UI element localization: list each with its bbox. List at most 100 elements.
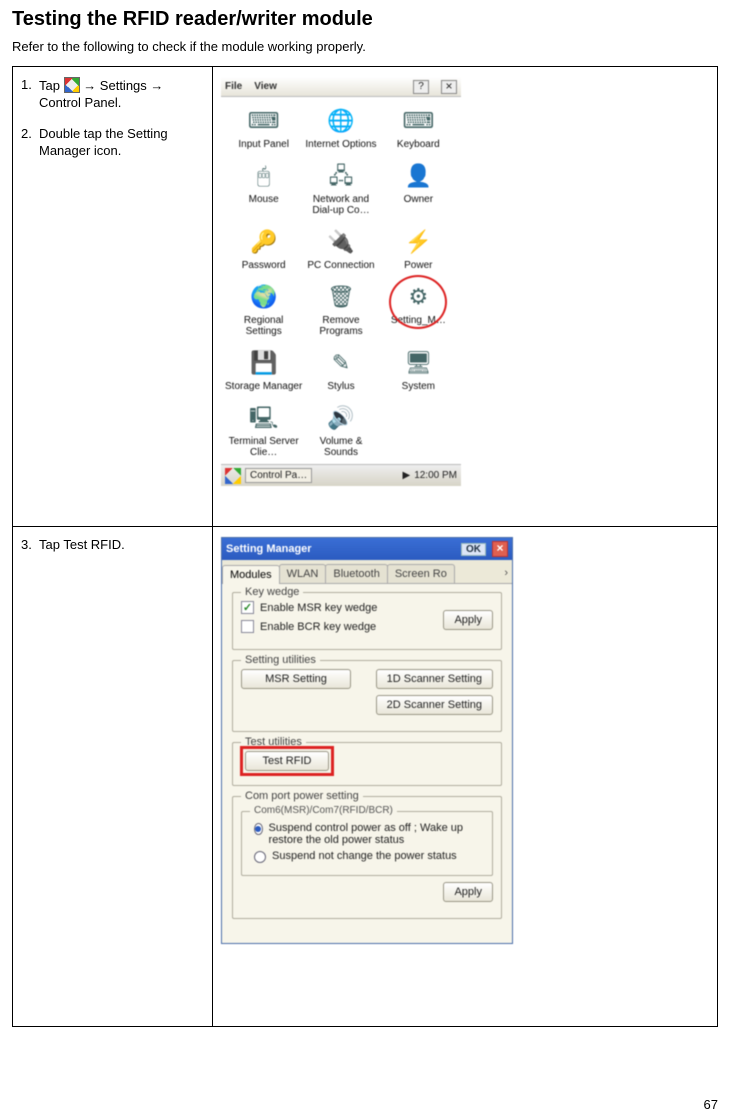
test-rfid-button[interactable]: Test RFID bbox=[245, 751, 329, 771]
cp-item-icon: 🖧 bbox=[325, 160, 357, 192]
page-title: Testing the RFID reader/writer module bbox=[12, 8, 718, 31]
checkbox-msr-label: Enable MSR key wedge bbox=[260, 602, 377, 614]
cp-item-icon: 🗑 bbox=[325, 281, 357, 313]
tab-wlan[interactable]: WLAN bbox=[279, 564, 327, 583]
cp-item-label: Network and Dial-up Co… bbox=[302, 194, 379, 216]
group-key-wedge: Key wedge ✓ Enable MSR key wedge Enable … bbox=[232, 592, 502, 650]
group-com-port-power: Com port power setting Com6(MSR)/Com7(RF… bbox=[232, 796, 502, 919]
radio-suspend-control-power[interactable]: Suspend control power as off ; Wake up r… bbox=[254, 822, 486, 846]
menu-view[interactable]: View bbox=[254, 81, 277, 92]
group-test-utilities: Test utilities Test RFID bbox=[232, 742, 502, 786]
cp-item-system[interactable]: 🖥 System bbox=[380, 345, 457, 394]
legend-test-utilities: Test utilities bbox=[241, 736, 306, 748]
cp-item-remove-programs[interactable]: 🗑Remove Programs bbox=[302, 279, 379, 339]
cp-item-label: Stylus bbox=[327, 381, 354, 392]
ok-button[interactable]: OK bbox=[461, 543, 486, 556]
cp-item-password[interactable]: 🔑Password bbox=[225, 224, 302, 273]
step-3: 3. Tap Test RFID. bbox=[21, 537, 204, 554]
cp-item-label: Terminal Server Clie… bbox=[225, 436, 302, 458]
cp-item-label: Regional Settings bbox=[225, 315, 302, 337]
cp-item-owner[interactable]: 👤Owner bbox=[380, 158, 457, 218]
cp-item-icon: ⌨ bbox=[402, 105, 434, 137]
legend-com-port: Com port power setting bbox=[241, 790, 363, 802]
checkbox-enable-msr-wedge[interactable]: ✓ Enable MSR key wedge bbox=[241, 601, 443, 614]
cp-item-label: Setting_M… bbox=[391, 315, 446, 326]
cp-item-icon: 🌐 bbox=[325, 105, 357, 137]
tab-bluetooth[interactable]: Bluetooth bbox=[325, 564, 387, 583]
cp-item-label: Internet Options bbox=[305, 139, 376, 150]
scanner-1d-setting-button[interactable]: 1D Scanner Setting bbox=[376, 669, 493, 689]
cp-item-keyboard[interactable]: ⌨ Keyboard bbox=[380, 103, 457, 152]
cp-item-label: PC Connection bbox=[307, 260, 374, 271]
scanner-2d-setting-button[interactable]: 2D Scanner Setting bbox=[376, 695, 493, 715]
menu-file[interactable]: File bbox=[225, 81, 242, 92]
legend-com-ports-list: Com6(MSR)/Com7(RFID/BCR) bbox=[250, 805, 397, 816]
cp-item-mouse[interactable]: 🖱 Mouse bbox=[225, 158, 302, 218]
cp-item-icon: ✎ bbox=[325, 347, 357, 379]
cp-item-icon: 🔌 bbox=[325, 226, 357, 258]
tab-screen-rotation[interactable]: Screen Ro bbox=[387, 564, 455, 583]
cp-item-input-panel[interactable]: ⌨ Input Panel bbox=[225, 103, 302, 152]
cp-item-volume-sounds[interactable]: 🔊Volume & Sounds bbox=[302, 400, 379, 460]
apply-comport-button[interactable]: Apply bbox=[443, 882, 493, 902]
cp-item-icon: 💾 bbox=[248, 347, 280, 379]
taskbar-app[interactable]: Control Pa… bbox=[245, 468, 312, 483]
cp-item-label: Volume & Sounds bbox=[302, 436, 379, 458]
taskbar: Control Pa… ▶ 12:00 PM bbox=[221, 464, 461, 486]
checkbox-bcr-label: Enable BCR key wedge bbox=[260, 621, 376, 633]
cp-item-label: Input Panel bbox=[238, 139, 289, 150]
cp-item-icon: 🌍 bbox=[248, 281, 280, 313]
apply-keywedge-button[interactable]: Apply bbox=[443, 610, 493, 630]
step-2: 2. Double tap the Setting Manager icon. bbox=[21, 126, 204, 160]
legend-setting-utilities: Setting utilities bbox=[241, 654, 320, 666]
setting-manager-titlebar: Setting Manager OK × bbox=[222, 538, 512, 560]
steps-table: 1. Tap → Settings → Control Panel. 2. Do… bbox=[12, 66, 718, 1027]
taskbar-clock: 12:00 PM bbox=[414, 470, 457, 481]
cp-item-regional-settings[interactable]: 🌍Regional Settings bbox=[225, 279, 302, 339]
close-button[interactable]: × bbox=[441, 80, 457, 94]
cp-item-icon: 👤 bbox=[402, 160, 434, 192]
cp-item-internet-options[interactable]: 🌐 Internet Options bbox=[302, 103, 379, 152]
cp-item-icon: 🖳 bbox=[248, 402, 280, 434]
checkbox-enable-bcr-wedge[interactable]: Enable BCR key wedge bbox=[241, 620, 443, 633]
cp-item-icon: ⚡ bbox=[402, 226, 434, 258]
cp-item-label: Keyboard bbox=[397, 139, 440, 150]
cp-item-setting-m[interactable]: ⚙ Setting_M… bbox=[380, 279, 457, 339]
control-panel-titlebar: File View ? × bbox=[221, 77, 461, 97]
cp-item-label: Storage Manager bbox=[225, 381, 302, 392]
setting-manager-window: Setting Manager OK × Modules WLAN Blueto… bbox=[221, 537, 513, 944]
tray-arrow-icon[interactable]: ▶ bbox=[402, 470, 410, 481]
cp-item-icon: 🖱 bbox=[248, 160, 280, 192]
close-button[interactable]: × bbox=[492, 541, 508, 557]
page-number: 67 bbox=[704, 1097, 718, 1112]
cp-item-network-and-dial-up-co[interactable]: 🖧Network and Dial-up Co… bbox=[302, 158, 379, 218]
help-button[interactable]: ? bbox=[413, 80, 429, 94]
step-1-pre: Tap bbox=[39, 78, 64, 93]
cp-item-icon: ⌨ bbox=[248, 105, 280, 137]
step-1: 1. Tap → Settings → Control Panel. bbox=[21, 77, 204, 112]
radio-suspend-no-change[interactable]: Suspend not change the power status bbox=[254, 850, 486, 863]
legend-key-wedge: Key wedge bbox=[241, 586, 303, 598]
cp-item-label: Mouse bbox=[249, 194, 279, 205]
cp-item-pc-connection[interactable]: 🔌 PC Connection bbox=[302, 224, 379, 273]
msr-setting-button[interactable]: MSR Setting bbox=[241, 669, 351, 689]
start-icon bbox=[64, 77, 80, 93]
cp-item-storage-manager[interactable]: 💾 Storage Manager bbox=[225, 345, 302, 394]
tab-scroll-right-icon[interactable]: › bbox=[500, 564, 512, 583]
cp-item-stylus[interactable]: ✎ Stylus bbox=[302, 345, 379, 394]
cp-item-icon: ⚙ bbox=[402, 281, 434, 313]
tab-modules[interactable]: Modules bbox=[222, 565, 280, 584]
tab-strip: Modules WLAN Bluetooth Screen Ro › bbox=[222, 560, 512, 584]
cp-item-icon: 🔑 bbox=[248, 226, 280, 258]
cp-item-icon: 🖥 bbox=[402, 347, 434, 379]
radio-opt2-label: Suspend not change the power status bbox=[272, 850, 457, 862]
intro-text: Refer to the following to check if the m… bbox=[12, 39, 718, 54]
cp-item-terminal-server-clie[interactable]: 🖳Terminal Server Clie… bbox=[225, 400, 302, 460]
cp-item-label: System bbox=[402, 381, 435, 392]
cp-item-label: Power bbox=[404, 260, 432, 271]
control-panel-grid: ⌨ Input Panel 🌐 Internet Options ⌨ Keyboard 🖱 M… bbox=[221, 97, 461, 464]
subgroup-com-ports: Com6(MSR)/Com7(RFID/BCR) Suspend control… bbox=[241, 811, 493, 876]
group-setting-utilities: Setting utilities MSR Setting 1D Scanner… bbox=[232, 660, 502, 732]
cp-item-power[interactable]: ⚡ Power bbox=[380, 224, 457, 273]
start-icon[interactable] bbox=[225, 468, 241, 484]
